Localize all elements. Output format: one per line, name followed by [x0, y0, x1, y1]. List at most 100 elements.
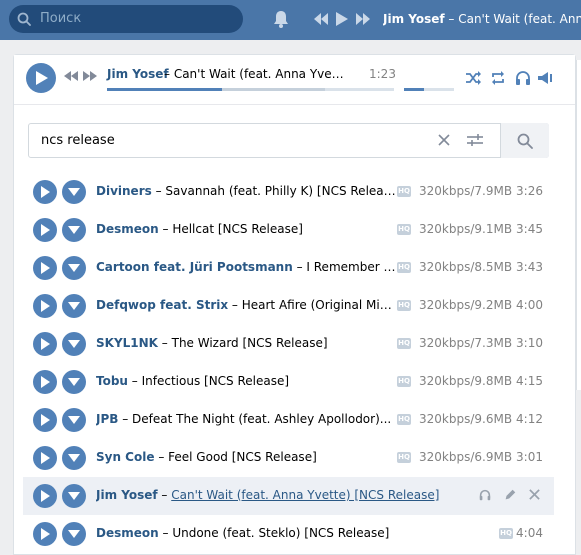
top-next-track-icon[interactable] [355, 11, 371, 27]
repeat-icon[interactable] [489, 69, 507, 87]
track-download-button[interactable] [62, 370, 86, 394]
track-play-button[interactable] [33, 180, 57, 204]
top-prev-track-icon[interactable] [313, 11, 329, 27]
track-bitrate-size: 320kbps/7.3MB [419, 336, 513, 350]
track-line[interactable]: Desmeon – Undone (feat. Steklo) [NCS Rel… [96, 526, 396, 540]
track-download-button[interactable] [62, 294, 86, 318]
audio-search-button[interactable] [500, 123, 549, 158]
track-title[interactable]: Defeat The Night (feat. Ashley Apollodor… [132, 412, 391, 426]
audio-card: Jim Yosef – Can't Wait (feat. Anna Yvett… [13, 54, 576, 555]
global-search-input[interactable]: Поиск [9, 5, 243, 33]
track-title[interactable]: Undone (feat. Steklo) [NCS Release] [172, 526, 389, 540]
track-duration: 3:45 [516, 222, 543, 236]
notifications-bell-icon[interactable] [271, 9, 291, 29]
track-row[interactable]: Diviners – Savannah (feat. Philly K) [NC… [14, 173, 575, 211]
track-bitrate-size: 320kbps/9.2MB [419, 298, 513, 312]
track-title[interactable]: Heart Afire (Original Mix) [... [242, 298, 396, 312]
track-download-button[interactable] [62, 332, 86, 356]
track-row[interactable]: JPB – Defeat The Night (feat. Ashley Apo… [14, 401, 575, 439]
track-artist[interactable]: Syn Cole [96, 450, 155, 464]
track-artist[interactable]: JPB [96, 412, 118, 426]
track-download-button[interactable] [62, 484, 86, 508]
track-play-button[interactable] [33, 522, 57, 546]
track-title[interactable]: I Remember U (... [306, 260, 396, 274]
track-play-button[interactable] [33, 446, 57, 470]
track-play-button[interactable] [33, 294, 57, 318]
filter-settings-icon[interactable] [467, 133, 483, 147]
top-play-icon[interactable] [336, 11, 348, 27]
shuffle-icon[interactable] [464, 69, 482, 87]
play-icon [41, 528, 50, 540]
track-row[interactable]: Syn Cole – Feel Good [NCS Release] HQ 320k… [14, 439, 575, 477]
player-play-button[interactable] [26, 63, 56, 93]
track-line[interactable]: Jim Yosef – Can't Wait (feat. Anna Yvett… [96, 488, 456, 502]
player-next-icon[interactable] [83, 71, 97, 81]
player-progress-bar[interactable] [107, 88, 394, 91]
track-artist[interactable]: Desmeon [96, 222, 159, 236]
audio-search-input[interactable]: ncs release [28, 123, 549, 158]
track-line[interactable]: Syn Cole – Feel Good [NCS Release] [96, 450, 396, 464]
track-duration: 3:10 [516, 336, 543, 350]
track-row[interactable]: Cartoon feat. Jüri Pootsmann – I Remembe… [14, 249, 575, 287]
track-row[interactable]: Desmeon – Hellcat [NCS Release] HQ 320kbps… [14, 211, 575, 249]
track-row[interactable]: Desmeon – Undone (feat. Steklo) [NCS Rel… [14, 515, 575, 553]
track-row[interactable]: SKYL1NK – The Wizard [NCS Release] HQ 320k… [14, 325, 575, 363]
track-line[interactable]: Cartoon feat. Jüri Pootsmann – I Remembe… [96, 260, 396, 274]
track-play-button[interactable] [33, 370, 57, 394]
track-download-button[interactable] [62, 446, 86, 470]
track-line[interactable]: Desmeon – Hellcat [NCS Release] [96, 222, 396, 236]
track-row[interactable]: Defqwop feat. Strix – Heart Afire (Origi… [14, 287, 575, 325]
track-artist[interactable]: Desmeon [96, 526, 159, 540]
play-icon [41, 414, 50, 426]
track-artist[interactable]: Tobu [96, 374, 128, 388]
track-play-button[interactable] [33, 218, 57, 242]
track-line[interactable]: SKYL1NK – The Wizard [NCS Release] [96, 336, 396, 350]
track-line[interactable]: Defqwop feat. Strix – Heart Afire (Origi… [96, 298, 396, 312]
chevron-down-icon [68, 302, 80, 310]
clear-search-icon[interactable] [437, 133, 451, 147]
global-search-placeholder: Поиск [40, 11, 82, 26]
track-row[interactable]: Jim Yosef – Can't Wait (feat. Anna Yvett… [23, 477, 554, 515]
track-title[interactable]: Infectious [NCS Release] [142, 374, 289, 388]
track-artist[interactable]: Cartoon feat. Jüri Pootsmann [96, 260, 293, 274]
track-row[interactable]: Tobu – Infectious [NCS Release] HQ 320kbps… [14, 363, 575, 401]
player-volume-bar[interactable] [404, 88, 454, 91]
track-artist[interactable]: SKYL1NK [96, 336, 158, 350]
delete-icon[interactable] [528, 488, 541, 501]
track-title[interactable]: Can't Wait (feat. Anna Yvette) [NCS Rele… [171, 488, 439, 502]
track-play-button[interactable] [33, 484, 57, 508]
track-play-button[interactable] [33, 408, 57, 432]
track-download-button[interactable] [62, 522, 86, 546]
player-prev-icon[interactable] [64, 71, 78, 81]
player-volume-fill [404, 88, 424, 91]
play-icon [36, 71, 48, 85]
track-title[interactable]: Savannah (feat. Philly K) [NCS Releas... [165, 184, 396, 198]
track-play-button[interactable] [33, 256, 57, 280]
track-download-button[interactable] [62, 408, 86, 432]
track-download-button[interactable] [62, 218, 86, 242]
headphones-icon[interactable] [514, 69, 532, 87]
track-line[interactable]: JPB – Defeat The Night (feat. Ashley Apo… [96, 412, 396, 426]
track-title[interactable]: Hellcat [NCS Release] [172, 222, 303, 236]
track-play-button[interactable] [33, 332, 57, 356]
top-now-playing[interactable]: Jim Yosef – Can't Wait (feat. Anna Yvett… [383, 12, 581, 26]
broadcast-icon[interactable] [536, 69, 554, 87]
track-download-button[interactable] [62, 256, 86, 280]
player-time[interactable]: 1:23 [369, 67, 396, 81]
headphones-icon[interactable] [478, 488, 492, 502]
track-title[interactable]: The Wizard [NCS Release] [172, 336, 328, 350]
edit-pencil-icon[interactable] [503, 488, 517, 502]
player-artist[interactable]: Jim Yosef [107, 67, 169, 81]
chevron-down-icon [68, 492, 80, 500]
track-artist[interactable]: Diviners [96, 184, 152, 198]
track-bitrate-size: 320kbps/8.5MB [419, 260, 513, 274]
player-title[interactable]: – Can't Wait (feat. Anna Yvett... [164, 67, 344, 81]
play-icon [41, 262, 50, 274]
track-download-button[interactable] [62, 180, 86, 204]
track-line[interactable]: Tobu – Infectious [NCS Release] [96, 374, 396, 388]
track-line[interactable]: Diviners – Savannah (feat. Philly K) [NC… [96, 184, 396, 198]
track-artist[interactable]: Defqwop feat. Strix [96, 298, 228, 312]
track-title[interactable]: Feel Good [NCS Release] [168, 450, 317, 464]
track-artist[interactable]: Jim Yosef [96, 488, 158, 502]
chevron-down-icon [68, 378, 80, 386]
